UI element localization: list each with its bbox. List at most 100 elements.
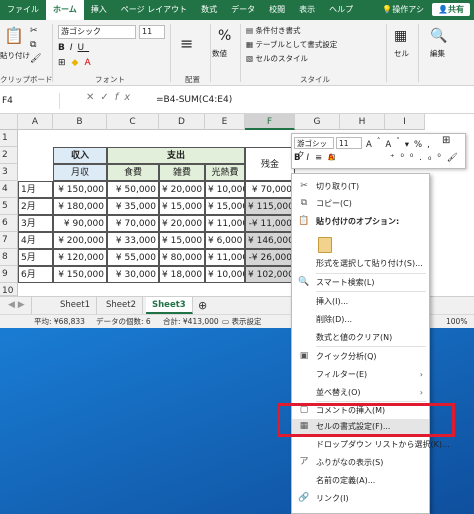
conditional-format-button[interactable]: ▤ 条件付き書式	[246, 25, 300, 36]
paste-icon[interactable]: 📋	[2, 26, 26, 45]
row-header[interactable]: 7	[0, 232, 18, 249]
format-as-table-button[interactable]: ▦ テーブルとして書式設定	[246, 39, 337, 50]
income-cell[interactable]: ¥ 90,000	[53, 215, 107, 232]
mini-style-buttons[interactable]: BI≡ ◆ A ⊞	[294, 153, 341, 163]
alignment-icon[interactable]: ≡	[180, 34, 193, 53]
menu-item-sort[interactable]: 並べ替え(O) ›	[292, 385, 429, 400]
row-header[interactable]: 6	[0, 215, 18, 232]
tab-page-layout[interactable]: ページ レイアウト	[114, 0, 194, 20]
misc-cell[interactable]: ¥ 80,000	[159, 249, 205, 266]
row-header[interactable]: 10	[0, 283, 18, 296]
menu-item-furigana[interactable]: アふりがなの表示(S)	[292, 455, 429, 470]
food-cell[interactable]: ¥ 35,000	[107, 198, 159, 215]
utilities-cell[interactable]: ¥ 11,000	[205, 215, 245, 232]
balance-cell[interactable]: ¥ 115,000	[245, 198, 295, 215]
food-cell[interactable]: ¥ 33,000	[107, 232, 159, 249]
mini-number-buttons[interactable]: ⁺⁰⁰.₀⁰🖌	[390, 153, 464, 163]
mini-font-select[interactable]: 游ゴシック	[294, 137, 334, 159]
row-header[interactable]: 5	[0, 198, 18, 215]
menu-item-cut[interactable]: ✂ 切り取り(T)	[292, 179, 429, 194]
balance-cell[interactable]: ¥ 146,000	[245, 232, 295, 249]
column-header[interactable]: C	[107, 114, 159, 130]
formula-controls[interactable]: ✕✓fx	[86, 92, 136, 103]
menu-item-copy[interactable]: ⧉ コピー(C)	[292, 196, 429, 211]
menu-item-dropdown-list[interactable]: ドロップダウン リストから選択(K)...	[292, 437, 450, 452]
food-cell[interactable]: ¥ 50,000	[107, 181, 159, 198]
mini-size-buttons[interactable]: A˄A˅▾%,	[366, 136, 435, 150]
column-header[interactable]: G	[295, 114, 340, 130]
month-cell[interactable]: 2月	[18, 198, 53, 215]
name-box[interactable]: F4	[0, 93, 60, 109]
menu-item-clear[interactable]: 数式と値のクリア(N)	[292, 330, 429, 345]
tell-me-search[interactable]: 💡操作アシ	[382, 0, 424, 20]
monthly-income-header[interactable]: 月収	[53, 164, 107, 181]
tab-view[interactable]: 表示	[292, 0, 322, 20]
border-fill-color-icons[interactable]: ⊞◆A	[58, 58, 97, 68]
cells-button[interactable]: セル	[394, 48, 409, 59]
food-cell[interactable]: ¥ 70,000	[107, 215, 159, 232]
zoom-level[interactable]: 100%	[446, 315, 467, 328]
misc-cell[interactable]: ¥ 15,000	[159, 198, 205, 215]
expense-header[interactable]: 支出	[107, 147, 245, 164]
row-header[interactable]: 2	[0, 147, 18, 164]
menu-item-define-name[interactable]: 名前の定義(A)...	[292, 473, 429, 488]
formula-input[interactable]: =B4-SUM(C4:E4)	[156, 95, 232, 105]
menu-item-smart-lookup[interactable]: 🔍 スマート検索(L)	[292, 275, 429, 290]
misc-cell[interactable]: ¥ 20,000	[159, 181, 205, 198]
misc-cell[interactable]: ¥ 18,000	[159, 266, 205, 283]
display-settings[interactable]: ▭ 表示設定	[222, 315, 261, 328]
income-cell[interactable]: ¥ 180,000	[53, 198, 107, 215]
column-header[interactable]: I	[385, 114, 425, 130]
mini-format-icon[interactable]: ⊞	[442, 135, 450, 146]
sheet-tab-active[interactable]: Sheet3	[146, 297, 193, 314]
add-sheet-icon[interactable]: ⊕	[192, 297, 213, 314]
sheet-nav-arrows[interactable]: ◀ ▶	[2, 297, 32, 314]
sheet-tab[interactable]: Sheet2	[100, 297, 143, 314]
income-header[interactable]: 収入	[53, 147, 107, 164]
misc-cell[interactable]: ¥ 20,000	[159, 215, 205, 232]
balance-cell-active[interactable]: ¥ 70,000	[245, 181, 295, 198]
food-header[interactable]: 食費	[107, 164, 159, 181]
copy-icon[interactable]: ⧉	[30, 40, 36, 50]
row-header[interactable]: 1	[0, 130, 18, 147]
cells-icon[interactable]: ▦	[394, 28, 407, 44]
sheet-tab[interactable]: Sheet1	[54, 297, 97, 314]
select-all-corner[interactable]	[0, 114, 18, 130]
column-header-selected[interactable]: F	[245, 114, 295, 130]
tab-home[interactable]: ホーム	[46, 0, 84, 20]
balance-cell[interactable]: -¥ 11,000	[245, 215, 295, 232]
income-cell[interactable]: ¥ 120,000	[53, 249, 107, 266]
tab-insert[interactable]: 挿入	[84, 0, 114, 20]
cut-icon[interactable]: ✂	[30, 26, 38, 36]
menu-item-link[interactable]: 🔗 リンク(I)	[292, 491, 429, 506]
income-cell[interactable]: ¥ 150,000	[53, 266, 107, 283]
percent-icon[interactable]: %	[218, 28, 231, 44]
balance-cell[interactable]: -¥ 26,000	[245, 249, 295, 266]
month-cell[interactable]: 5月	[18, 249, 53, 266]
tab-formulas[interactable]: 数式	[194, 0, 224, 20]
menu-item-delete[interactable]: 削除(D)...	[292, 312, 429, 327]
menu-item-quick-analysis[interactable]: ▣ クイック分析(Q)	[292, 349, 429, 364]
menu-item-insert[interactable]: 挿入(I)...	[292, 294, 429, 309]
number-format-button[interactable]: 数値	[212, 48, 227, 59]
month-cell[interactable]: 4月	[18, 232, 53, 249]
menu-item-filter[interactable]: フィルター(E) ›	[292, 367, 429, 382]
balance-cell[interactable]: ¥ 102,000	[245, 266, 295, 283]
font-name-select[interactable]: 游ゴシック	[58, 25, 136, 39]
editing-button[interactable]: 編集	[430, 48, 445, 59]
income-cell[interactable]: ¥ 150,000	[53, 181, 107, 198]
income-cell[interactable]: ¥ 200,000	[53, 232, 107, 249]
month-cell[interactable]: 3月	[18, 215, 53, 232]
menu-item-paste-special[interactable]: 形式を選択して貼り付け(S)...	[292, 256, 429, 271]
row-header[interactable]: 3	[0, 164, 18, 181]
utilities-header[interactable]: 光熱費	[205, 164, 245, 181]
find-icon[interactable]: 🔍	[430, 28, 447, 44]
font-style-buttons[interactable]: BIU	[58, 43, 89, 53]
mini-size-select[interactable]: 11	[336, 137, 362, 149]
share-button[interactable]: 👤共有	[432, 3, 470, 16]
cell-styles-button[interactable]: ▧ セルのスタイル	[246, 53, 308, 64]
food-cell[interactable]: ¥ 30,000	[107, 266, 159, 283]
row-header[interactable]: 8	[0, 249, 18, 266]
paste-option-icon[interactable]	[318, 237, 332, 253]
font-size-select[interactable]: 11	[139, 25, 165, 39]
